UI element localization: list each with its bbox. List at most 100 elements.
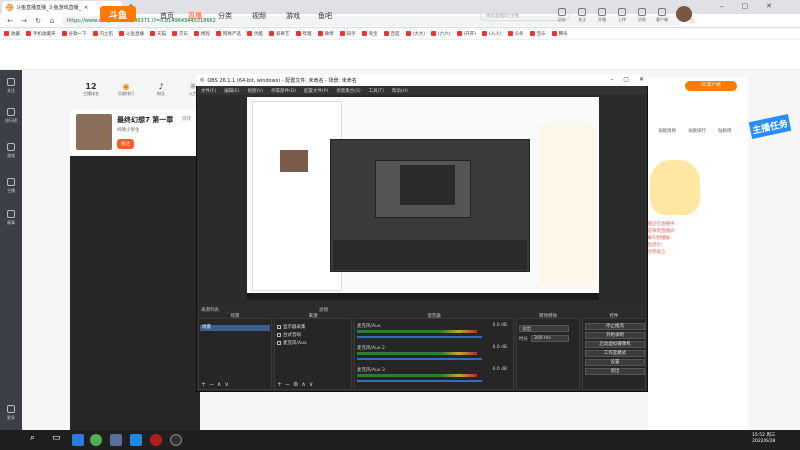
broadcast-icon[interactable]: 开播: [595, 8, 609, 23]
mail-icon[interactable]: [130, 434, 142, 446]
sidebar-item-rank[interactable]: 排行榜: [0, 108, 22, 124]
nav-live[interactable]: 直播: [188, 11, 202, 21]
bookmark-item[interactable]: (人人): [482, 31, 502, 37]
bookmark-item[interactable]: 知乎: [339, 31, 356, 37]
windows-start-icon[interactable]: ⊞: [4, 4, 16, 16]
upload-icon[interactable]: 上传: [615, 8, 629, 23]
bookmark-item[interactable]: 收藏: [4, 31, 20, 37]
browser-icon[interactable]: [90, 434, 102, 446]
bookmark-item[interactable]: 微博: [317, 31, 334, 37]
bookmark-item[interactable]: 头条: [507, 31, 524, 37]
tab-source-list[interactable]: 来源列表: [201, 307, 219, 313]
media-icon[interactable]: [150, 434, 162, 446]
transition-select[interactable]: 淡出: [519, 325, 569, 332]
window-controls[interactable]: –▢✕: [720, 2, 790, 10]
sidebar-item-more[interactable]: 更多: [0, 405, 22, 421]
tab-contrib[interactable]: 贡献排行: [688, 128, 706, 138]
bookmark-item[interactable]: 斗鱼直播: [119, 31, 144, 37]
sidebar-item-anchor[interactable]: 主播: [0, 178, 22, 194]
close-icon[interactable]: ✕: [84, 5, 88, 11]
search-icon[interactable]: ⌕: [30, 433, 35, 443]
menu-view[interactable]: 视图(V): [247, 88, 263, 94]
forward-icon[interactable]: →: [20, 17, 28, 25]
bookmark-item[interactable]: (开开): [456, 31, 476, 37]
virtual-camera-button[interactable]: 启动虚拟摄像机: [585, 341, 645, 348]
obs-taskbar-icon[interactable]: [170, 434, 182, 446]
message-icon[interactable]: 消息: [635, 8, 649, 23]
menu-tools[interactable]: 工具(T): [369, 88, 384, 94]
menu-docks[interactable]: 停靠部件(D): [271, 88, 296, 94]
follow-button[interactable]: 关注: [117, 139, 134, 149]
tab-diamond[interactable]: 钻粉周: [718, 128, 732, 138]
bookmark-item[interactable]: 天猫: [150, 31, 166, 37]
reload-icon[interactable]: ↻: [34, 17, 42, 25]
nav-category[interactable]: 分类: [218, 11, 232, 21]
source-item[interactable]: 台式音响: [277, 332, 349, 338]
stat-contrib[interactable]: ◉ 贡献排行: [115, 82, 137, 97]
obs-window-controls[interactable]: – ▢ ✕: [610, 76, 644, 83]
sidebar-item-follow[interactable]: 关注: [0, 78, 22, 94]
task-view-icon[interactable]: ▭: [52, 433, 61, 443]
douyu-logo[interactable]: 斗鱼: [100, 6, 136, 22]
tab-filters[interactable]: 滤镜: [319, 307, 328, 313]
bookmark-item[interactable]: 优酷: [247, 31, 263, 37]
bookmark-item[interactable]: 闪之航: [92, 31, 113, 37]
stat-fans[interactable]: ♪ 粉丝: [150, 82, 172, 97]
bookmark-item[interactable]: 腾讯: [551, 31, 568, 37]
nav-video[interactable]: 视频: [252, 11, 266, 21]
back-icon[interactable]: ←: [6, 17, 14, 25]
bookmark-item[interactable]: (大大): [405, 31, 425, 37]
client-icon[interactable]: 客户端: [655, 8, 669, 23]
menu-file[interactable]: 文件(F): [201, 88, 216, 94]
duration-input[interactable]: 300 ms: [531, 335, 569, 342]
nav-home[interactable]: 首页: [160, 11, 174, 21]
menu-edit[interactable]: 编辑(E): [224, 88, 239, 94]
bookmark-item[interactable]: 京东: [172, 31, 188, 37]
url-field[interactable]: https://www.douyu.com/5246371 /?=0.81496…: [62, 15, 682, 26]
scene-toolbar[interactable]: +−∧∨: [201, 381, 232, 388]
menu-help[interactable]: 帮助(H): [392, 88, 408, 94]
chat-panel: 主播正在直播中... 欢迎来到直播间 弹幕礼物播报 斗鱼提示： 请文明发言: [640, 218, 740, 318]
bookmark-item[interactable]: 手机收藏夹: [26, 31, 56, 37]
scene-item[interactable]: 场景: [200, 325, 270, 331]
bookmark-item[interactable]: 网易严选: [216, 31, 241, 37]
bookmark-item[interactable]: (六六): [431, 31, 451, 37]
video-player[interactable]: [70, 156, 200, 430]
bookmark-item[interactable]: 淘宝: [361, 31, 378, 37]
settings-button[interactable]: 设置: [585, 359, 645, 366]
menu-profile[interactable]: 配置文件(P): [304, 88, 328, 94]
start-recording-button[interactable]: 开始录制: [585, 332, 645, 339]
source-item[interactable]: 麦克风/Aux: [277, 340, 349, 346]
sidebar-item-event[interactable]: 赛事: [0, 210, 22, 226]
follow-icon[interactable]: 关注: [575, 8, 589, 23]
menu-scene-collection[interactable]: 场景集合(S): [336, 88, 360, 94]
app-icon[interactable]: [110, 434, 122, 446]
room-tag[interactable]: 游戏: [182, 116, 191, 122]
anchor-name[interactable]: 纯情小男生: [117, 127, 140, 133]
exit-button[interactable]: 退出: [585, 368, 645, 375]
stop-streaming-button[interactable]: 停止推流: [585, 323, 645, 330]
history-icon[interactable]: 历史: [555, 8, 569, 23]
bookmark-item[interactable]: 爱奇艺: [269, 31, 290, 37]
explorer-icon[interactable]: [72, 434, 84, 446]
volume-slider[interactable]: [357, 380, 482, 382]
bookmark-item[interactable]: 哔哩: [295, 31, 312, 37]
volume-slider[interactable]: [357, 358, 482, 360]
volume-slider[interactable]: [357, 336, 482, 338]
source-toolbar[interactable]: +−⚙∧∨: [277, 381, 316, 388]
sidebar-item-game[interactable]: 游戏: [0, 143, 22, 159]
bookmark-item[interactable]: 携程: [194, 31, 210, 37]
bookmark-item[interactable]: 百度: [383, 31, 400, 37]
nav-game[interactable]: 游戏: [286, 11, 300, 21]
nav-yuba[interactable]: 鱼吧: [318, 11, 332, 21]
bookmark-item[interactable]: 谷歌一下: [61, 31, 87, 37]
pc-client-button[interactable]: PC客户端: [685, 81, 737, 91]
source-item[interactable]: 显示器采集: [277, 324, 349, 330]
anchor-avatar[interactable]: [76, 114, 112, 150]
home-icon[interactable]: ⌂: [48, 17, 56, 25]
tab-weekly[interactable]: 贡献周榜: [658, 128, 676, 138]
bookmark-item[interactable]: 音乐: [529, 31, 546, 37]
studio-mode-button[interactable]: 工作室模式: [585, 350, 645, 357]
avatar[interactable]: [676, 6, 692, 22]
taskbar-clock[interactable]: 15:52 周三 2022/6/28: [752, 433, 775, 445]
